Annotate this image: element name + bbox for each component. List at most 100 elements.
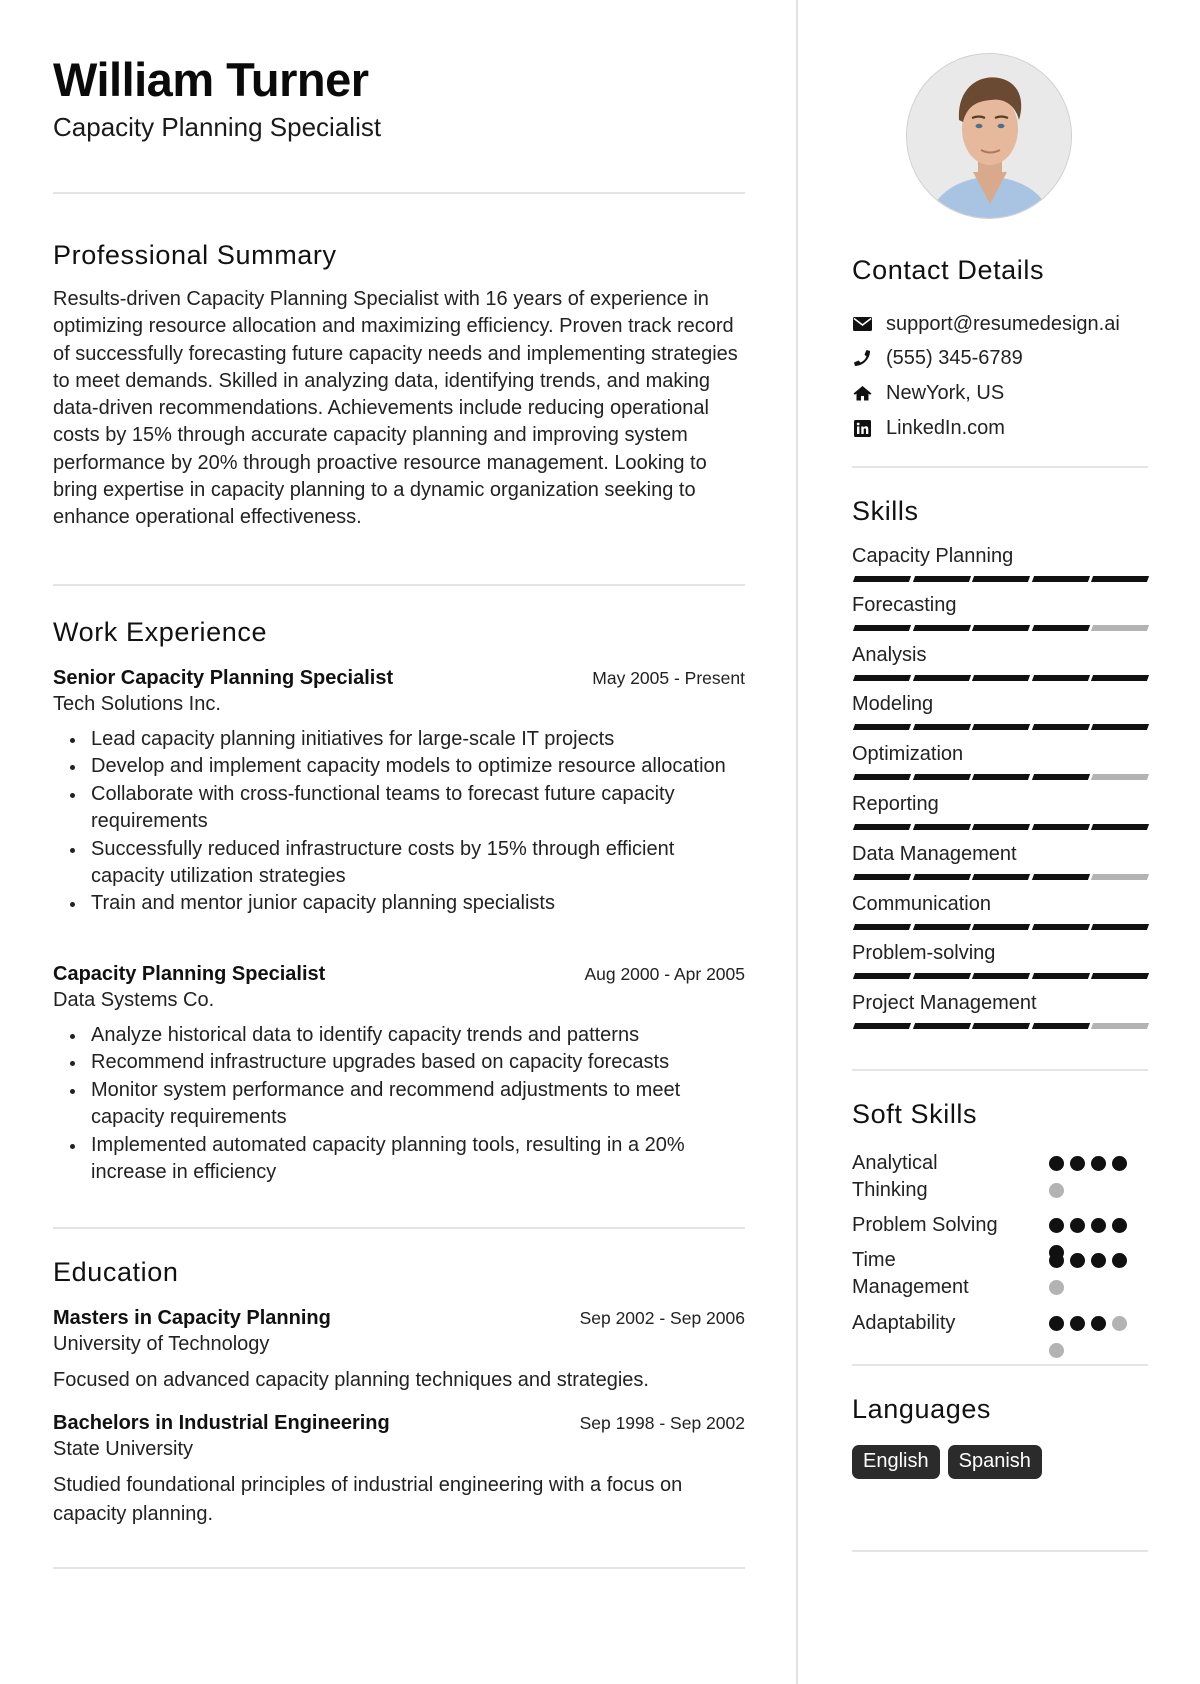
skill-item: Modeling [852,693,1149,730]
job-bullet: Train and mentor junior capacity plannin… [53,890,745,917]
candidate-name: William Turner [53,53,369,106]
linkedin-text: LinkedIn.com [886,416,1005,439]
job-bullet: Recommend infrastructure upgrades based … [53,1049,745,1076]
skill-bar-filled [1031,973,1090,979]
rating-dot-filled [1112,1218,1127,1233]
rating-dot-filled [1070,1218,1085,1233]
skill-rating [852,625,1149,631]
skill-bar-filled [852,774,911,780]
skill-bar-filled [912,724,971,730]
skill-bar-filled [912,1023,971,1029]
education-heading: Education [53,1257,179,1287]
education-dates: Sep 2002 - Sep 2006 [579,1308,745,1328]
job-entry: Senior Capacity Planning Specialist May … [53,667,745,918]
skill-rating [852,675,1149,681]
skill-bar-filled [1090,576,1149,582]
linkedin-icon [852,418,872,438]
location-text: NewYork, US [886,381,1005,404]
phone-icon [852,348,872,368]
home-icon [852,383,872,403]
languages-list: English Spanish [852,1445,1042,1479]
skill-bar-filled [1090,724,1149,730]
envelope-icon [852,314,872,334]
skill-bar-filled [912,774,971,780]
education-dates: Sep 1998 - Sep 2002 [579,1413,745,1433]
skill-bar-filled [1031,724,1090,730]
candidate-title: Capacity Planning Specialist [53,112,382,142]
job-bullet: Monitor system performance and recommend… [53,1077,745,1132]
soft-skill-name: Time Management [852,1249,969,1298]
skill-bar-filled [971,724,1030,730]
skills-heading: Skills [852,496,919,526]
skill-bar-filled [912,625,971,631]
skill-name: Forecasting [852,594,957,616]
skill-bar-filled [1090,675,1149,681]
contact-heading: Contact Details [852,255,1045,285]
skill-bar-filled [852,625,911,631]
rating-dot-filled [1049,1218,1064,1233]
job-company: Data Systems Co. [53,989,215,1011]
soft-skill-rating [1049,1316,1134,1358]
skill-item: Project Management [852,992,1149,1029]
skill-item: Capacity Planning [852,545,1149,582]
skill-name: Communication [852,893,991,915]
divider [852,1069,1148,1071]
education-entry: Masters in Capacity Planning Sep 2002 - … [53,1307,745,1395]
skill-bar-filled [1031,824,1090,830]
skill-bar-filled [912,924,971,930]
rating-dot-filled [1112,1253,1127,1268]
skill-item: Reporting [852,793,1149,830]
skill-rating [852,724,1149,730]
skill-bar-filled [852,675,911,681]
contact-location: NewYork, US [852,378,1004,408]
skill-bar-filled [1031,576,1090,582]
job-bullets: Lead capacity planning initiatives for l… [53,726,745,918]
skill-bar-filled [1031,874,1090,880]
contact-email[interactable]: support@resumedesign.ai [852,309,1120,339]
contact-linkedin[interactable]: LinkedIn.com [852,413,1005,443]
skill-item: Communication [852,893,1149,930]
soft-skill-name: Analytical Thinking [852,1152,938,1201]
divider [53,1227,745,1229]
column-divider [796,0,798,1684]
rating-dot-filled [1112,1156,1127,1171]
skill-bar-filled [852,874,911,880]
language-badge: Spanish [947,1445,1042,1479]
skill-bar-filled [1031,774,1090,780]
skill-bar-empty [1090,1023,1149,1029]
rating-dot-filled [1070,1156,1085,1171]
skill-bar-filled [971,824,1030,830]
skill-bar-filled [1090,824,1149,830]
skill-item: Forecasting [852,594,1149,631]
skill-name: Project Management [852,992,1037,1014]
job-entry: Capacity Planning Specialist Aug 2000 - … [53,963,745,1186]
education-description: Focused on advanced capacity planning te… [53,1369,649,1391]
skill-rating [852,824,1149,830]
skill-bar-filled [912,824,971,830]
skill-bar-filled [852,824,911,830]
rating-dot-filled [1049,1253,1064,1268]
job-bullet: Implemented automated capacity planning … [53,1132,745,1187]
summary-text: Results-driven Capacity Planning Special… [53,288,738,529]
phone-text: (555) 345-6789 [886,346,1023,369]
rating-dot-filled [1049,1156,1064,1171]
skill-item: Optimization [852,743,1149,780]
rating-dot-empty [1049,1183,1064,1198]
contact-phone[interactable]: (555) 345-6789 [852,343,1023,373]
soft-skill-item: Time Management [852,1247,1148,1301]
skill-name: Analysis [852,644,927,666]
skill-bar-filled [912,675,971,681]
skill-bar-filled [971,924,1030,930]
rating-dot-filled [1049,1316,1064,1331]
skill-bar-filled [1031,675,1090,681]
skill-name: Capacity Planning [852,545,1014,567]
soft-skill-rating [1049,1156,1134,1198]
job-dates: Aug 2000 - Apr 2005 [584,964,745,984]
skill-bar-filled [852,724,911,730]
skill-bar-filled [1031,625,1090,631]
experience-heading: Work Experience [53,617,268,647]
skill-bar-filled [1090,973,1149,979]
soft-skill-item: Analytical Thinking [852,1150,1148,1204]
skill-bar-filled [852,1023,911,1029]
skill-bar-empty [1090,625,1149,631]
